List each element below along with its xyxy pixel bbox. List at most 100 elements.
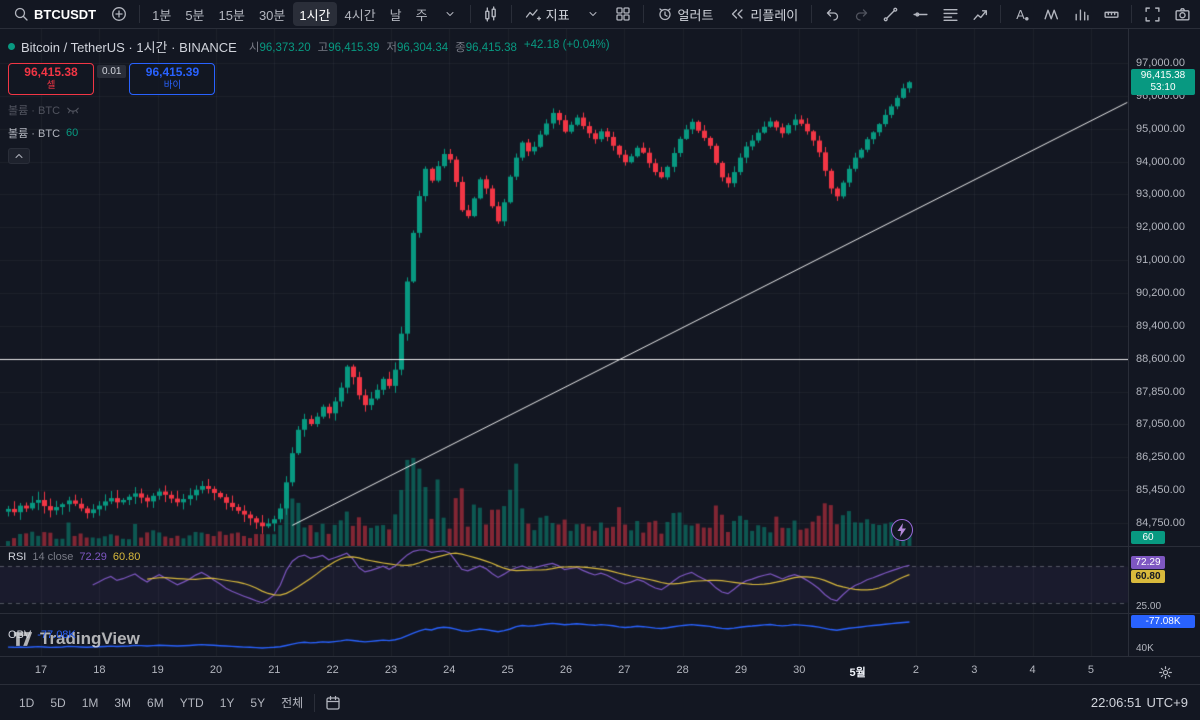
range-1M[interactable]: 1M [75,693,106,713]
interval-날[interactable]: 날 [384,2,408,26]
layout-templates-button[interactable] [609,2,637,26]
time-axis-label: 19 [152,664,164,676]
high-label: 고 [318,42,329,54]
compare-add-button[interactable] [105,2,133,26]
go-to-date-button[interactable] [319,691,347,715]
range-5D[interactable]: 5D [43,693,72,713]
sell-price: 96,415.38 [24,66,77,79]
interval-주[interactable]: 주 [410,2,434,26]
price-axis-label: 92,000.00 [1136,221,1185,233]
redo-button[interactable] [848,2,876,26]
eye-off-icon[interactable] [66,103,80,117]
range-전체[interactable]: 전체 [274,691,310,714]
rsi-params: 14 close [32,551,73,563]
range-group: 1D5D1M3M6MYTD1Y5Y전체 [12,691,310,714]
price-axis-label: 95,000.00 [1136,123,1185,135]
buy-button[interactable]: 96,415.39 바이 [129,63,215,95]
horizontal-ray-tool-button[interactable] [906,2,934,26]
trade-buttons-row: 96,415.38 셀 0.01 96,415.39 바이 [8,63,610,95]
time-axis-label: 20 [210,664,222,676]
indicators-dropdown-button[interactable] [579,2,607,26]
price-axis-label: 87,050.00 [1136,418,1185,430]
legend-collapse-button[interactable] [8,148,30,164]
time-axis-label: 30 [793,664,805,676]
prediction-bars-icon [1073,6,1090,23]
sell-label: 셀 [47,79,56,92]
fib-retracement-tool-button[interactable] [936,2,964,26]
text-tool-button[interactable]: A [1007,2,1035,26]
close-label: 종 [455,42,466,54]
time-axis-label: 26 [560,664,572,676]
top-toolbar: BTCUSDT 1분5분15분30분1시간4시간날주 지표 [0,0,1200,29]
interval-1시간[interactable]: 1시간 [293,2,336,26]
range-3M[interactable]: 3M [107,693,138,713]
divider [811,5,812,23]
indicators-button[interactable]: 지표 [518,2,577,26]
interval-dropdown-button[interactable] [436,2,464,26]
trend-line-tool-button[interactable] [876,2,904,26]
symbol-search-button[interactable]: BTCUSDT [6,2,103,26]
tradingview-app: BTCUSDT 1분5분15분30분1시간4시간날주 지표 [0,0,1200,720]
price-axis-label: 91,000.00 [1136,254,1185,266]
price-axis-label: 84,750.00 [1136,517,1185,529]
toolbar-right: A [876,2,1196,26]
time-axis-label: 5 [1088,664,1094,676]
fullscreen-button[interactable] [1138,2,1166,26]
clock[interactable]: 22:06:51 UTC+9 [1091,695,1188,710]
interval-4시간[interactable]: 4시간 [339,2,382,26]
measure-tool-button[interactable] [1097,2,1125,26]
clock-time: 22:06:51 [1091,695,1142,710]
pane-separator-obv[interactable] [0,613,1200,614]
grid-layout-icon [615,6,631,22]
buy-label: 바이 [164,79,181,92]
gear-icon [1158,665,1173,680]
trend-line-icon [882,6,899,23]
rsi-axis-label: 25.00 [1136,601,1161,612]
prediction-tool-button[interactable] [1067,2,1095,26]
divider [643,5,644,23]
price-axis-label: 90,200.00 [1136,287,1185,299]
time-axis-label: 2 [913,664,919,676]
horizontal-ray-icon [912,6,929,23]
range-5Y[interactable]: 5Y [243,693,272,713]
range-1Y[interactable]: 1Y [213,693,242,713]
interval-5분[interactable]: 5분 [179,2,210,26]
search-icon [13,6,29,22]
chart-style-button[interactable] [477,2,505,26]
order-quantity[interactable]: 0.01 [97,65,126,78]
indicators-label: 지표 [546,5,570,24]
pane-separator-rsi[interactable] [0,546,1200,547]
instant-trading-button[interactable] [891,519,913,541]
sell-button[interactable]: 96,415.38 셀 [8,63,94,95]
rsi-legend: RSI 14 close 72.29 60.80 [8,551,140,563]
interval-1분[interactable]: 1분 [146,2,177,26]
obv-axis-badge: -77.08K [1131,615,1195,628]
divider [1131,5,1132,23]
chevron-down-icon [587,8,599,20]
open-label: 시 [249,42,260,54]
symbol-legend-row: Bitcoin / TetherUS · 1시간 · BINANCE 시96,3… [8,37,610,56]
buy-price: 96,415.39 [146,66,199,79]
time-axis-label: 21 [268,664,280,676]
chevron-up-icon [13,150,25,162]
range-1D[interactable]: 1D [12,693,41,713]
time-axis[interactable]: 17181920212223242526272829305월2345 [0,656,1200,684]
price-axis[interactable]: 96,415.38 53:10 60 72.29 60.80 25.00 -77… [1128,29,1200,656]
chart-legend: Bitcoin / TetherUS · 1시간 · BINANCE 시96,3… [8,37,610,164]
settings-gear-button[interactable] [1154,661,1176,683]
replay-button[interactable]: 리플레이 [722,2,805,26]
range-6M[interactable]: 6M [140,693,171,713]
range-YTD[interactable]: YTD [173,693,211,713]
forecast-tool-button[interactable] [966,2,994,26]
chevron-down-icon [444,8,456,20]
interval-30분[interactable]: 30분 [253,2,291,26]
snapshot-button[interactable] [1168,2,1196,26]
alert-button[interactable]: 얼러트 [650,2,721,26]
undo-button[interactable] [818,2,846,26]
pattern-tool-button[interactable] [1037,2,1065,26]
obv-axis-label: 40K [1136,643,1154,654]
volume-legend-row: 볼륨 · BTC 60 [8,125,610,141]
interval-15분[interactable]: 15분 [213,2,251,26]
bottom-toolbar: 1D5D1M3M6MYTD1Y5Y전체 22:06:51 UTC+9 [0,684,1200,720]
time-axis-label: 24 [443,664,455,676]
